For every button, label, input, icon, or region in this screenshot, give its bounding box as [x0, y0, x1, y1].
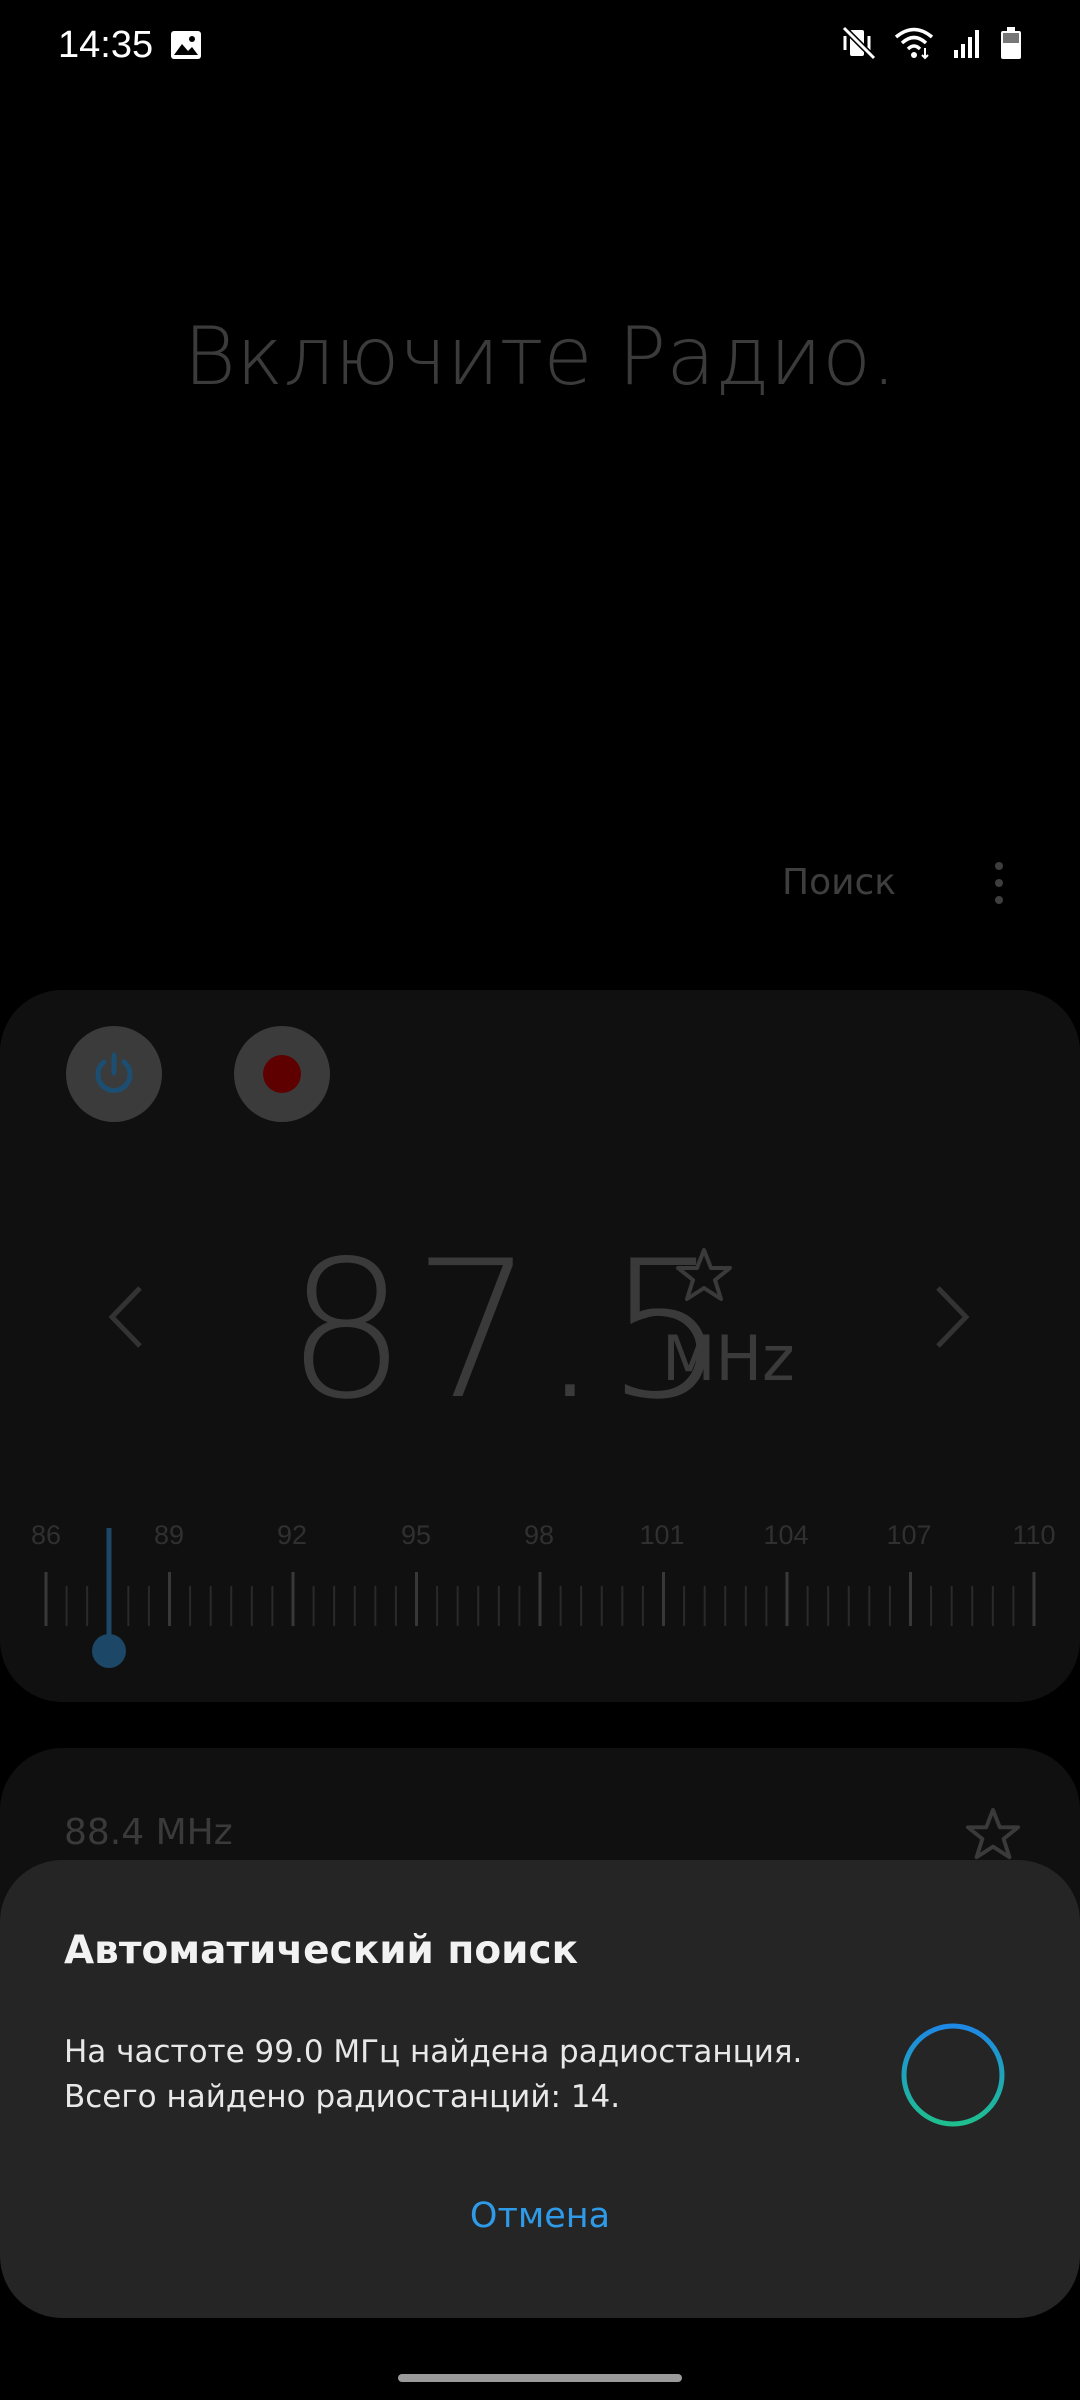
scale-label: 107 — [886, 1520, 932, 1550]
battery-icon — [1001, 27, 1021, 59]
dialog-title: Автоматический поиск — [64, 1928, 579, 1973]
wifi-icon — [894, 27, 934, 60]
cancel-button[interactable]: Отмена — [0, 2196, 1080, 2236]
power-icon — [95, 1052, 133, 1093]
status-icons — [842, 26, 1022, 60]
scale-label: 95 — [400, 1520, 432, 1550]
search-button[interactable]: Поиск — [782, 862, 896, 903]
scale-label: 86 — [30, 1520, 62, 1550]
favorite-star-icon[interactable] — [674, 1246, 734, 1306]
mute-vibrate-icon — [842, 26, 876, 60]
progress-spinner-icon — [901, 2023, 1005, 2127]
record-button[interactable] — [234, 1026, 330, 1122]
next-station-arrow-icon[interactable] — [930, 1282, 974, 1352]
power-on-prompt: Включите Радио. — [183, 310, 897, 403]
scale-label: 98 — [523, 1520, 555, 1550]
more-options-icon[interactable] — [984, 858, 1014, 908]
dialog-message: На частоте 99.0 МГц найдена радиостанция… — [64, 2034, 803, 2115]
scale-label: 89 — [153, 1520, 185, 1550]
navigation-handle[interactable] — [398, 2374, 682, 2382]
previous-station-arrow-icon[interactable] — [104, 1282, 148, 1352]
signal-icon — [954, 30, 979, 58]
scale-label: 104 — [763, 1520, 809, 1550]
scale-label: 92 — [276, 1520, 308, 1550]
scale-label: 110 — [1012, 1520, 1056, 1550]
power-button[interactable] — [66, 1026, 162, 1122]
scale-ticks — [44, 1572, 1036, 1626]
status-time: 14:35 — [58, 24, 154, 66]
record-icon — [263, 1055, 301, 1093]
station-favorite-star-icon[interactable] — [964, 1806, 1022, 1864]
scale-label: 101 — [639, 1520, 685, 1550]
gallery-icon — [171, 31, 201, 59]
tuning-needle[interactable] — [88, 1528, 132, 1670]
frequency-scale[interactable]: 86 89 92 95 98 101 104 107 110 — [0, 1500, 1080, 1670]
frequency-unit: MHz — [662, 1322, 795, 1395]
station-frequency[interactable]: 88.4 MHz — [64, 1812, 233, 1853]
